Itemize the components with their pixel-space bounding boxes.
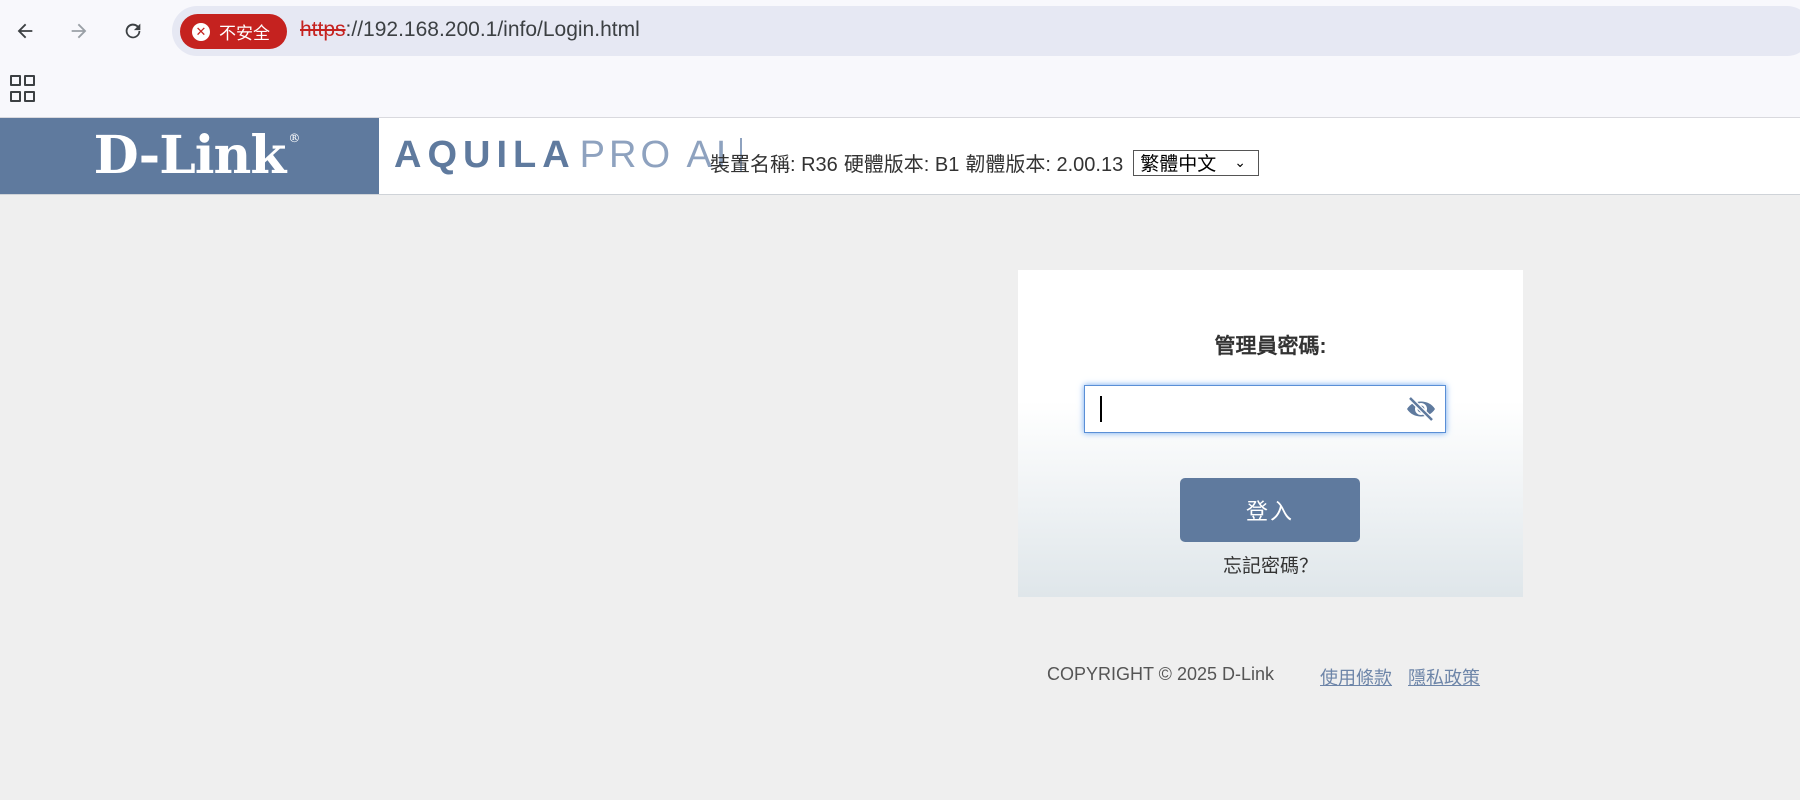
back-button[interactable]: [8, 14, 42, 48]
dlink-logo: D-Link ®: [93, 125, 301, 186]
firmware-version: 韌體版本: 2.00.13: [965, 154, 1124, 176]
url-scheme: https: [300, 18, 346, 41]
text-caret: [1100, 396, 1102, 422]
not-secure-icon: ✕: [192, 22, 210, 41]
terms-link[interactable]: 使用條款: [1320, 664, 1392, 690]
back-arrow-icon: [17, 23, 33, 39]
device-info: 裝置名稱: R36 硬體版本: B1 韌體版本: 2.00.13 繁體中文 ⌄: [710, 148, 1259, 177]
password-input[interactable]: [1097, 394, 1401, 426]
security-label: 不安全: [219, 24, 270, 43]
hardware-version: 硬體版本: B1: [843, 154, 960, 176]
url-text[interactable]: https://192.168.200.1/info/Login.html: [300, 18, 640, 42]
forgot-password-link[interactable]: 忘記密碼？: [1018, 551, 1523, 578]
device-name: 裝置名稱: R36: [710, 154, 838, 176]
router-header: D-Link ® AQUILA PRO AI 裝置名稱: R36 硬體版本: B1…: [0, 118, 1800, 195]
product-name-light: PRO AI: [579, 133, 731, 176]
apps-grid-icon[interactable]: [10, 75, 35, 102]
url-path: ://192.168.200.1/info/Login.html: [345, 18, 640, 41]
privacy-link[interactable]: 隱私政策: [1408, 664, 1480, 690]
language-selected: 繁體中文: [1140, 154, 1217, 175]
login-panel: 管理員密碼: 登入 忘記密碼？: [1018, 270, 1523, 597]
security-indicator[interactable]: ✕ 不安全: [180, 14, 287, 49]
footer: COPYRIGHT © 2025 D-Link 使用條款 隱私政策: [1047, 664, 1480, 690]
forward-button[interactable]: [62, 14, 96, 48]
login-button[interactable]: 登入: [1180, 478, 1360, 542]
product-name-bold: AQUILA: [394, 133, 576, 176]
eye-slash-icon[interactable]: [1405, 396, 1437, 422]
brand-block: D-Link ®: [0, 118, 379, 194]
password-label: 管理員密碼:: [1214, 335, 1327, 358]
language-select[interactable]: 繁體中文 ⌄: [1133, 149, 1259, 176]
reload-icon: [125, 23, 141, 39]
password-field[interactable]: [1084, 385, 1446, 433]
chevron-down-icon: ⌄: [1234, 154, 1246, 170]
reload-button[interactable]: [116, 14, 150, 48]
browser-toolbar: ✕ 不安全 https://192.168.200.1/info/Login.h…: [0, 0, 1800, 118]
forward-arrow-icon: [71, 23, 87, 39]
copyright-text: COPYRIGHT © 2025 D-Link: [1047, 664, 1275, 684]
product-logo: AQUILA PRO AI: [394, 132, 743, 178]
